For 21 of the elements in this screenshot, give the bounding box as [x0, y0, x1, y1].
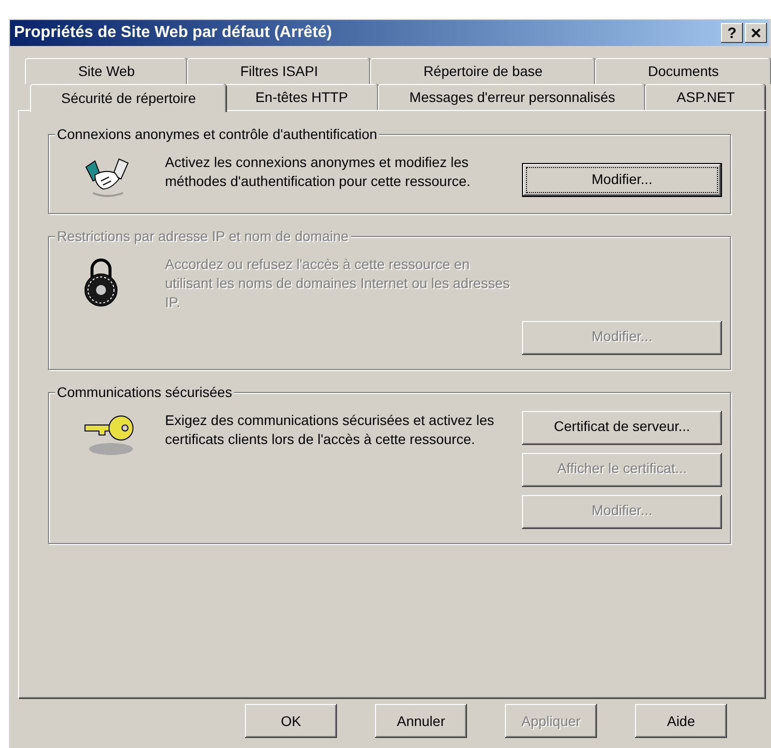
key-icon — [83, 413, 135, 457]
tab[interactable]: ASP.NET — [645, 84, 765, 110]
dialog-button[interactable]: Aide — [635, 704, 727, 738]
tab[interactable]: Filtres ISAPI — [186, 58, 370, 84]
tab[interactable]: Sécurité de répertoire — [30, 84, 226, 112]
group-description: Accordez ou refusez l'accès à cette ressource en utilisant les noms de domaines Internet ou les adresses IP. — [165, 255, 511, 312]
tab[interactable]: Messages d'erreur personnalisés — [378, 84, 646, 110]
dialog-button[interactable]: Certificat de serveur... — [522, 411, 722, 445]
window-title: Propriétés de Site Web par défaut (Arrêté) — [14, 23, 333, 43]
group-description: Activez les connexions anonymes et modifiez les méthodes d'authentification pour cette ressource. — [165, 153, 472, 191]
close-button[interactable]: × — [745, 23, 767, 43]
dialog-button[interactable]: Annuler — [375, 704, 467, 738]
tab[interactable]: Documents — [594, 58, 771, 84]
help-button[interactable]: ? — [721, 23, 743, 43]
dialog-button[interactable]: OK — [245, 704, 337, 738]
tab[interactable]: Site Web — [25, 58, 187, 84]
tab[interactable]: En-têtes HTTP — [224, 84, 378, 110]
dialog-button[interactable]: Modifier... — [522, 163, 722, 197]
group-description: Exigez des communications sécurisées et activez les certificats clients lors de l'accès à cette ressource. — [165, 411, 496, 449]
padlock-icon — [83, 257, 119, 307]
tab[interactable]: Répertoire de base — [370, 58, 595, 84]
